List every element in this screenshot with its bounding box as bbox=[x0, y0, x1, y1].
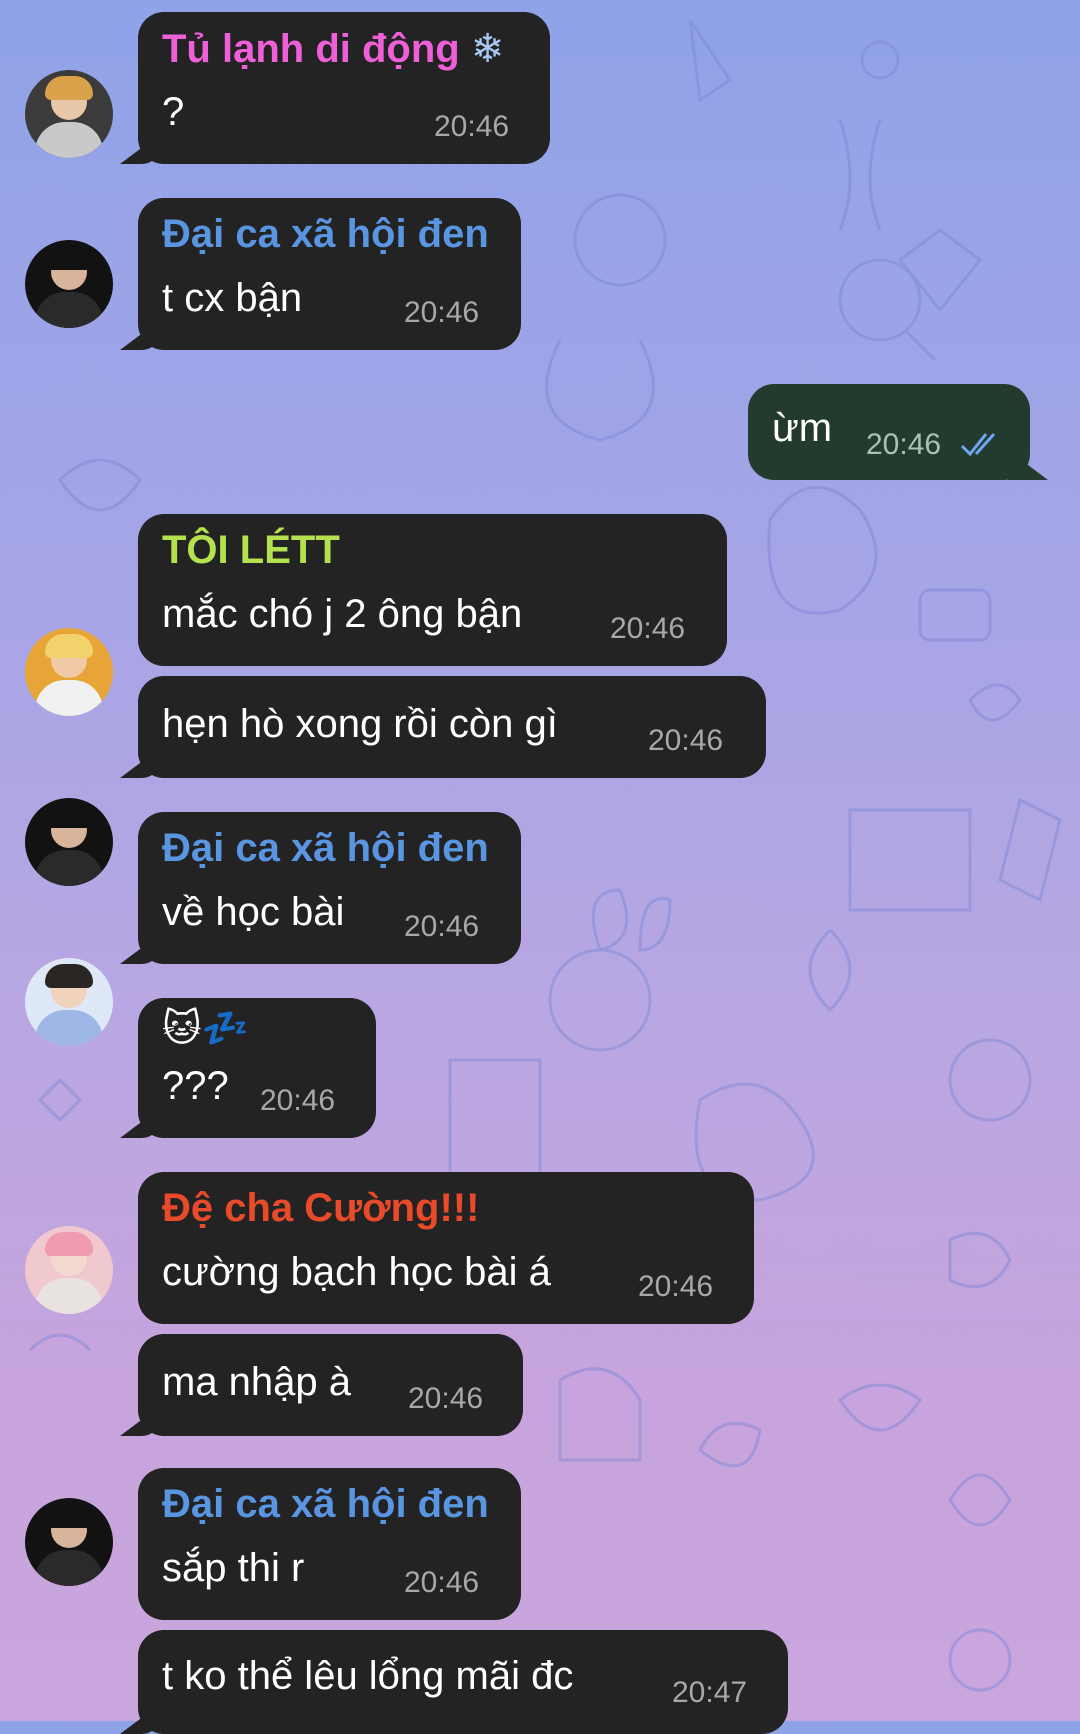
sender-name[interactable]: Đại ca xã hội đen bbox=[162, 826, 489, 871]
message-bubble[interactable]: Tủ lạnh di động ❄ ? 20:46 bbox=[138, 12, 550, 164]
message-text: mắc chó j 2 ông bận bbox=[162, 592, 523, 636]
message-bubble[interactable]: t ko thể lêu lổng mãi đc 20:47 bbox=[138, 1630, 788, 1734]
message-text: ma nhập à bbox=[162, 1360, 352, 1404]
message-text: hẹn hò xong rồi còn gì bbox=[162, 702, 558, 746]
message-time: 20:46 bbox=[434, 110, 510, 143]
message-text: sắp thi r bbox=[162, 1546, 305, 1590]
sender-name[interactable]: TÔI LÉTT bbox=[162, 528, 340, 573]
avatar-dai-ca-xa-hoi-den-3[interactable] bbox=[25, 1498, 113, 1586]
message-time: 20:46 bbox=[404, 296, 480, 329]
message-text: t ko thể lêu lổng mãi đc bbox=[162, 1654, 574, 1698]
message-bubble[interactable]: Đại ca xã hội đen t cx bận 20:46 bbox=[138, 198, 521, 350]
message-bubble[interactable]: hẹn hò xong rồi còn gì 20:46 bbox=[138, 676, 766, 778]
message-text: ??? bbox=[162, 1064, 229, 1108]
avatar-dai-ca-xa-hoi-den-2[interactable] bbox=[25, 798, 113, 886]
message-bubble[interactable]: Đệ cha Cường!!! cường bạch học bài á 20:… bbox=[138, 1172, 754, 1324]
avatar-de-cha-cuong[interactable] bbox=[25, 1226, 113, 1314]
avatar-dai-ca-xa-hoi-den[interactable] bbox=[25, 240, 113, 328]
message-time: 20:46 bbox=[408, 1382, 484, 1415]
message-bubble[interactable]: ma nhập à 20:46 bbox=[138, 1334, 523, 1436]
outgoing-message-bubble[interactable]: ừm 20:46 bbox=[748, 384, 1030, 480]
message-text: cường bạch học bài á bbox=[162, 1250, 551, 1294]
message-bubble[interactable]: TÔI LÉTT mắc chó j 2 ông bận 20:46 bbox=[138, 514, 727, 666]
message-text: ừm bbox=[772, 406, 833, 450]
avatar-sleepy-cat-user[interactable] bbox=[25, 958, 113, 1046]
sender-name[interactable]: Tủ lạnh di động ❄ bbox=[162, 26, 504, 72]
double-check-icon bbox=[960, 432, 996, 457]
message-text: ? bbox=[162, 90, 185, 134]
message-bubble[interactable]: Đại ca xã hội đen sắp thi r 20:46 bbox=[138, 1468, 521, 1620]
message-time: 20:46 bbox=[610, 612, 686, 645]
message-bubble[interactable]: Đại ca xã hội đen về học bài 20:46 bbox=[138, 812, 521, 964]
message-text: t cx bận bbox=[162, 276, 303, 320]
message-time: 20:46 bbox=[648, 724, 724, 757]
message-time: 20:46 bbox=[866, 428, 942, 461]
sender-emoji-name[interactable]: 🐱💤 bbox=[162, 1006, 249, 1051]
sender-name[interactable]: Đệ cha Cường!!! bbox=[162, 1186, 479, 1231]
message-time: 20:46 bbox=[260, 1084, 336, 1117]
avatar-toi-lett[interactable] bbox=[25, 628, 113, 716]
sender-name[interactable]: Đại ca xã hội đen bbox=[162, 1482, 489, 1527]
sender-name[interactable]: Đại ca xã hội đen bbox=[162, 212, 489, 257]
message-time: 20:46 bbox=[404, 910, 480, 943]
message-time: 20:46 bbox=[404, 1566, 480, 1599]
message-text: về học bài bbox=[162, 890, 345, 934]
avatar-tu-lanh-di-dong[interactable] bbox=[25, 70, 113, 158]
message-time: 20:47 bbox=[672, 1676, 748, 1709]
message-time: 20:46 bbox=[638, 1270, 714, 1303]
message-bubble[interactable]: 🐱💤 ??? 20:46 bbox=[138, 998, 376, 1138]
snowflake-icon: ❄ bbox=[470, 27, 505, 71]
